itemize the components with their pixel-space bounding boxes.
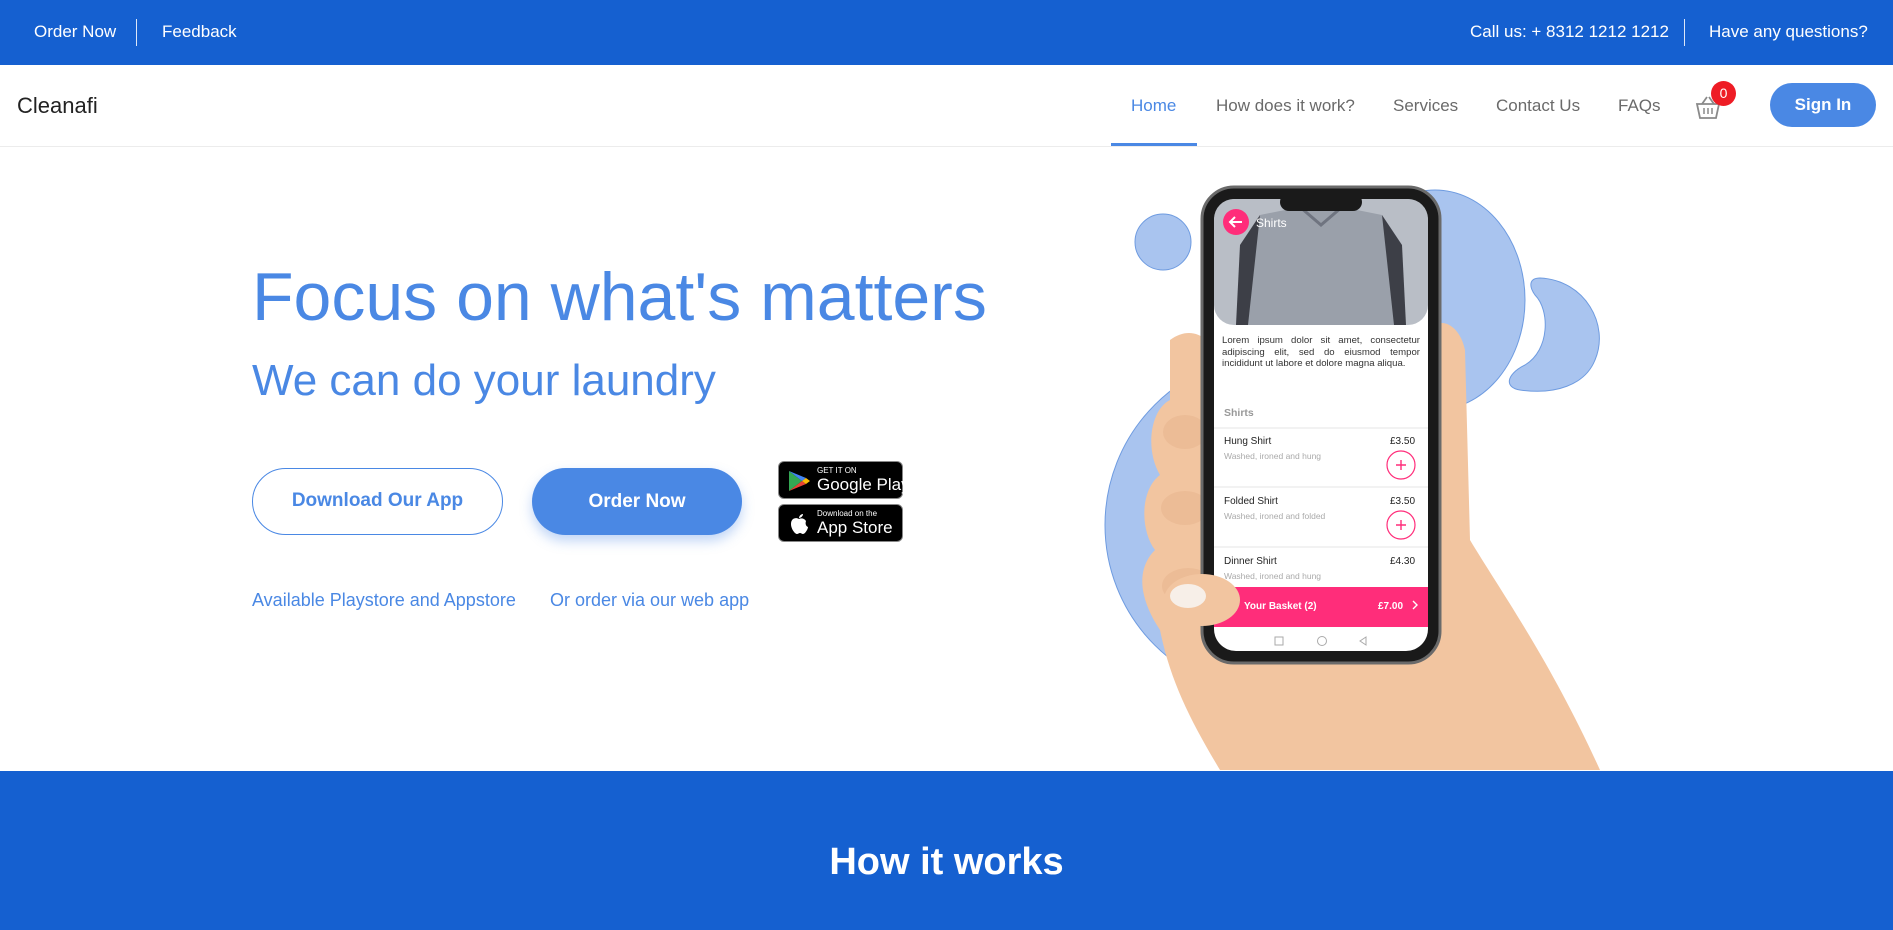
availability-caption[interactable]: Available Playstore and Appstore (252, 590, 516, 611)
how-it-works-title: How it works (829, 841, 1064, 883)
hero-subtitle: We can do your laundry (252, 356, 716, 405)
how-it-works-section: How it works (0, 771, 1893, 930)
thumb-illustration (1164, 574, 1240, 626)
item-description: Washed, ironed and folded (1224, 511, 1326, 521)
item-name: Folded Shirt (1224, 496, 1278, 507)
decor-blob-small (1134, 213, 1192, 271)
nav-active-underline (1111, 143, 1197, 146)
topbar-questions-link[interactable]: Have any questions? (1709, 22, 1868, 42)
nav-services[interactable]: Services (1393, 96, 1458, 116)
item-name: Hung Shirt (1224, 436, 1271, 447)
topbar-order-now-link[interactable]: Order Now (34, 22, 116, 42)
phone-section-title: Shirts (1224, 407, 1254, 419)
brand-logo[interactable]: Cleanafi (17, 93, 98, 119)
item-price: £4.30 (1390, 556, 1415, 567)
top-bar: Order Now Feedback Call us: + 8312 1212 … (0, 0, 1893, 65)
download-app-button[interactable]: Download Our App (252, 468, 503, 535)
basket-total: £7.00 (1378, 601, 1403, 612)
order-now-button[interactable]: Order Now (532, 468, 742, 535)
nav-faqs[interactable]: FAQs (1618, 96, 1661, 116)
cart-count-badge: 0 (1711, 81, 1736, 106)
item-price: £3.50 (1390, 436, 1415, 447)
sign-in-button[interactable]: Sign In (1770, 83, 1876, 127)
topbar-feedback-link[interactable]: Feedback (162, 22, 237, 42)
basket-label: Your Basket (2) (1244, 601, 1317, 612)
app-store-badge[interactable]: Download on the App Store (778, 504, 903, 542)
topbar-divider (1684, 19, 1685, 46)
apple-icon (791, 514, 808, 534)
google-play-badge[interactable]: GET IT ON Google Play (778, 461, 910, 499)
item-description: Washed, ironed and hung (1224, 451, 1321, 461)
nav-contact-us[interactable]: Contact Us (1496, 96, 1580, 116)
main-nav: Cleanafi Home How does it work? Services… (0, 65, 1893, 147)
item-name: Dinner Shirt (1224, 556, 1277, 567)
phone-header-title: Shirts (1256, 216, 1287, 230)
google-play-icon (789, 471, 810, 491)
phone-description: Lorem ipsum dolor sit amet, consectetur … (1222, 335, 1420, 369)
app-store-small-text: Download on the (817, 509, 878, 518)
nav-home[interactable]: Home (1131, 96, 1176, 116)
hero-title: Focus on what's matters (252, 259, 987, 335)
nav-how-it-works[interactable]: How does it work? (1216, 96, 1355, 116)
app-store-text: App Store (817, 518, 893, 537)
google-play-small-text: GET IT ON (817, 466, 857, 475)
topbar-divider (136, 19, 137, 46)
web-app-caption[interactable]: Or order via our web app (550, 590, 749, 611)
item-price: £3.50 (1390, 496, 1415, 507)
google-play-text: Google Play (817, 475, 910, 494)
topbar-call-us[interactable]: Call us: + 8312 1212 1212 (1470, 22, 1669, 42)
phone-notch (1280, 193, 1362, 211)
